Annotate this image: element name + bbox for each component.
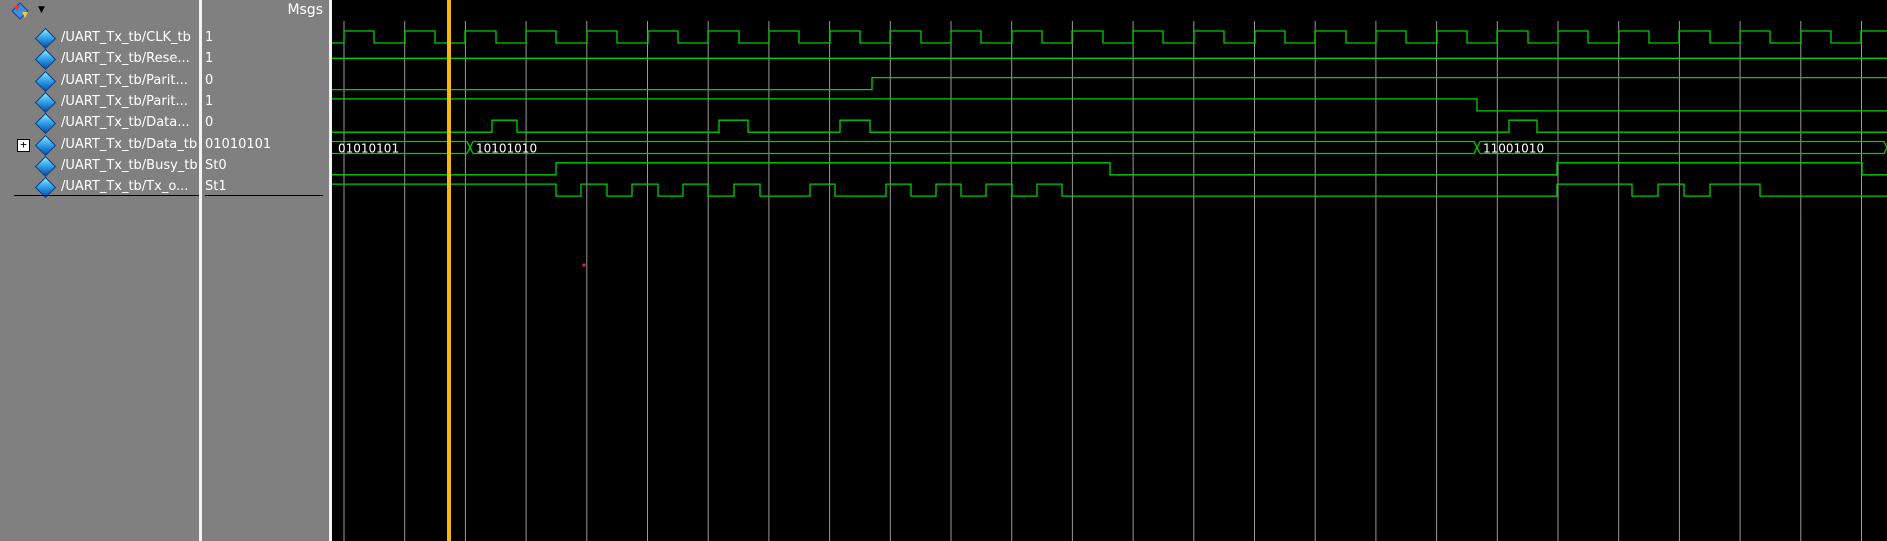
marker-dot — [582, 263, 586, 267]
signal-value: 01010101 — [205, 136, 272, 152]
signal-value: 0 — [205, 115, 214, 131]
signal-name[interactable]: /UART_Tx_tb/Tx_o... — [61, 176, 188, 197]
signal-value: St0 — [205, 157, 227, 173]
signal-name[interactable]: /UART_Tx_tb/Parit... — [61, 70, 188, 91]
wave-tool-icon[interactable] — [10, 2, 30, 20]
parity-enable-wave — [332, 76, 1887, 91]
msgs-column-title: Msgs — [287, 2, 323, 18]
signal-name[interactable]: /UART_Tx_tb/Parit... — [61, 91, 188, 112]
parity-type-wave — [332, 98, 1887, 112]
signal-name[interactable]: /UART_Tx_tb/Data_tb — [61, 134, 197, 155]
data-bus-wave — [469, 140, 1478, 155]
names-header: ▼ — [0, 0, 199, 22]
expand-icon[interactable]: + — [17, 138, 30, 152]
chevron-down-icon[interactable]: ▼ — [38, 5, 45, 15]
divider — [14, 195, 199, 197]
bus-value-label: 10101010 — [476, 142, 537, 156]
signal-name[interactable]: /UART_Tx_tb/CLK_tb — [61, 27, 191, 48]
signal-name[interactable]: /UART_Tx_tb/Data... — [61, 112, 190, 133]
waveform-canvas[interactable]: 01010101 10101010 11001010 — [332, 0, 1887, 541]
time-cursor — [447, 0, 451, 541]
signal-value: St1 — [205, 179, 227, 195]
signal-value: 1 — [205, 51, 214, 67]
signal-value: 0 — [205, 72, 214, 88]
data-valid-wave — [332, 119, 1887, 133]
busy-wave — [332, 162, 1887, 176]
signal-name[interactable]: /UART_Tx_tb/Rese... — [61, 48, 190, 69]
bus-value-label: 01010101 — [338, 142, 399, 156]
signal-value: 1 — [205, 30, 214, 45]
bus-value-label: 11001010 — [1483, 142, 1544, 156]
tx-out-wave — [332, 183, 1887, 197]
values-header: Msgs — [202, 0, 329, 22]
signal-value: 1 — [205, 93, 214, 109]
divider — [205, 195, 323, 197]
signal-name[interactable]: /UART_Tx_tb/Busy_tb — [61, 155, 198, 176]
signal-values-panel — [202, 0, 329, 541]
clk-wave — [332, 30, 1887, 44]
